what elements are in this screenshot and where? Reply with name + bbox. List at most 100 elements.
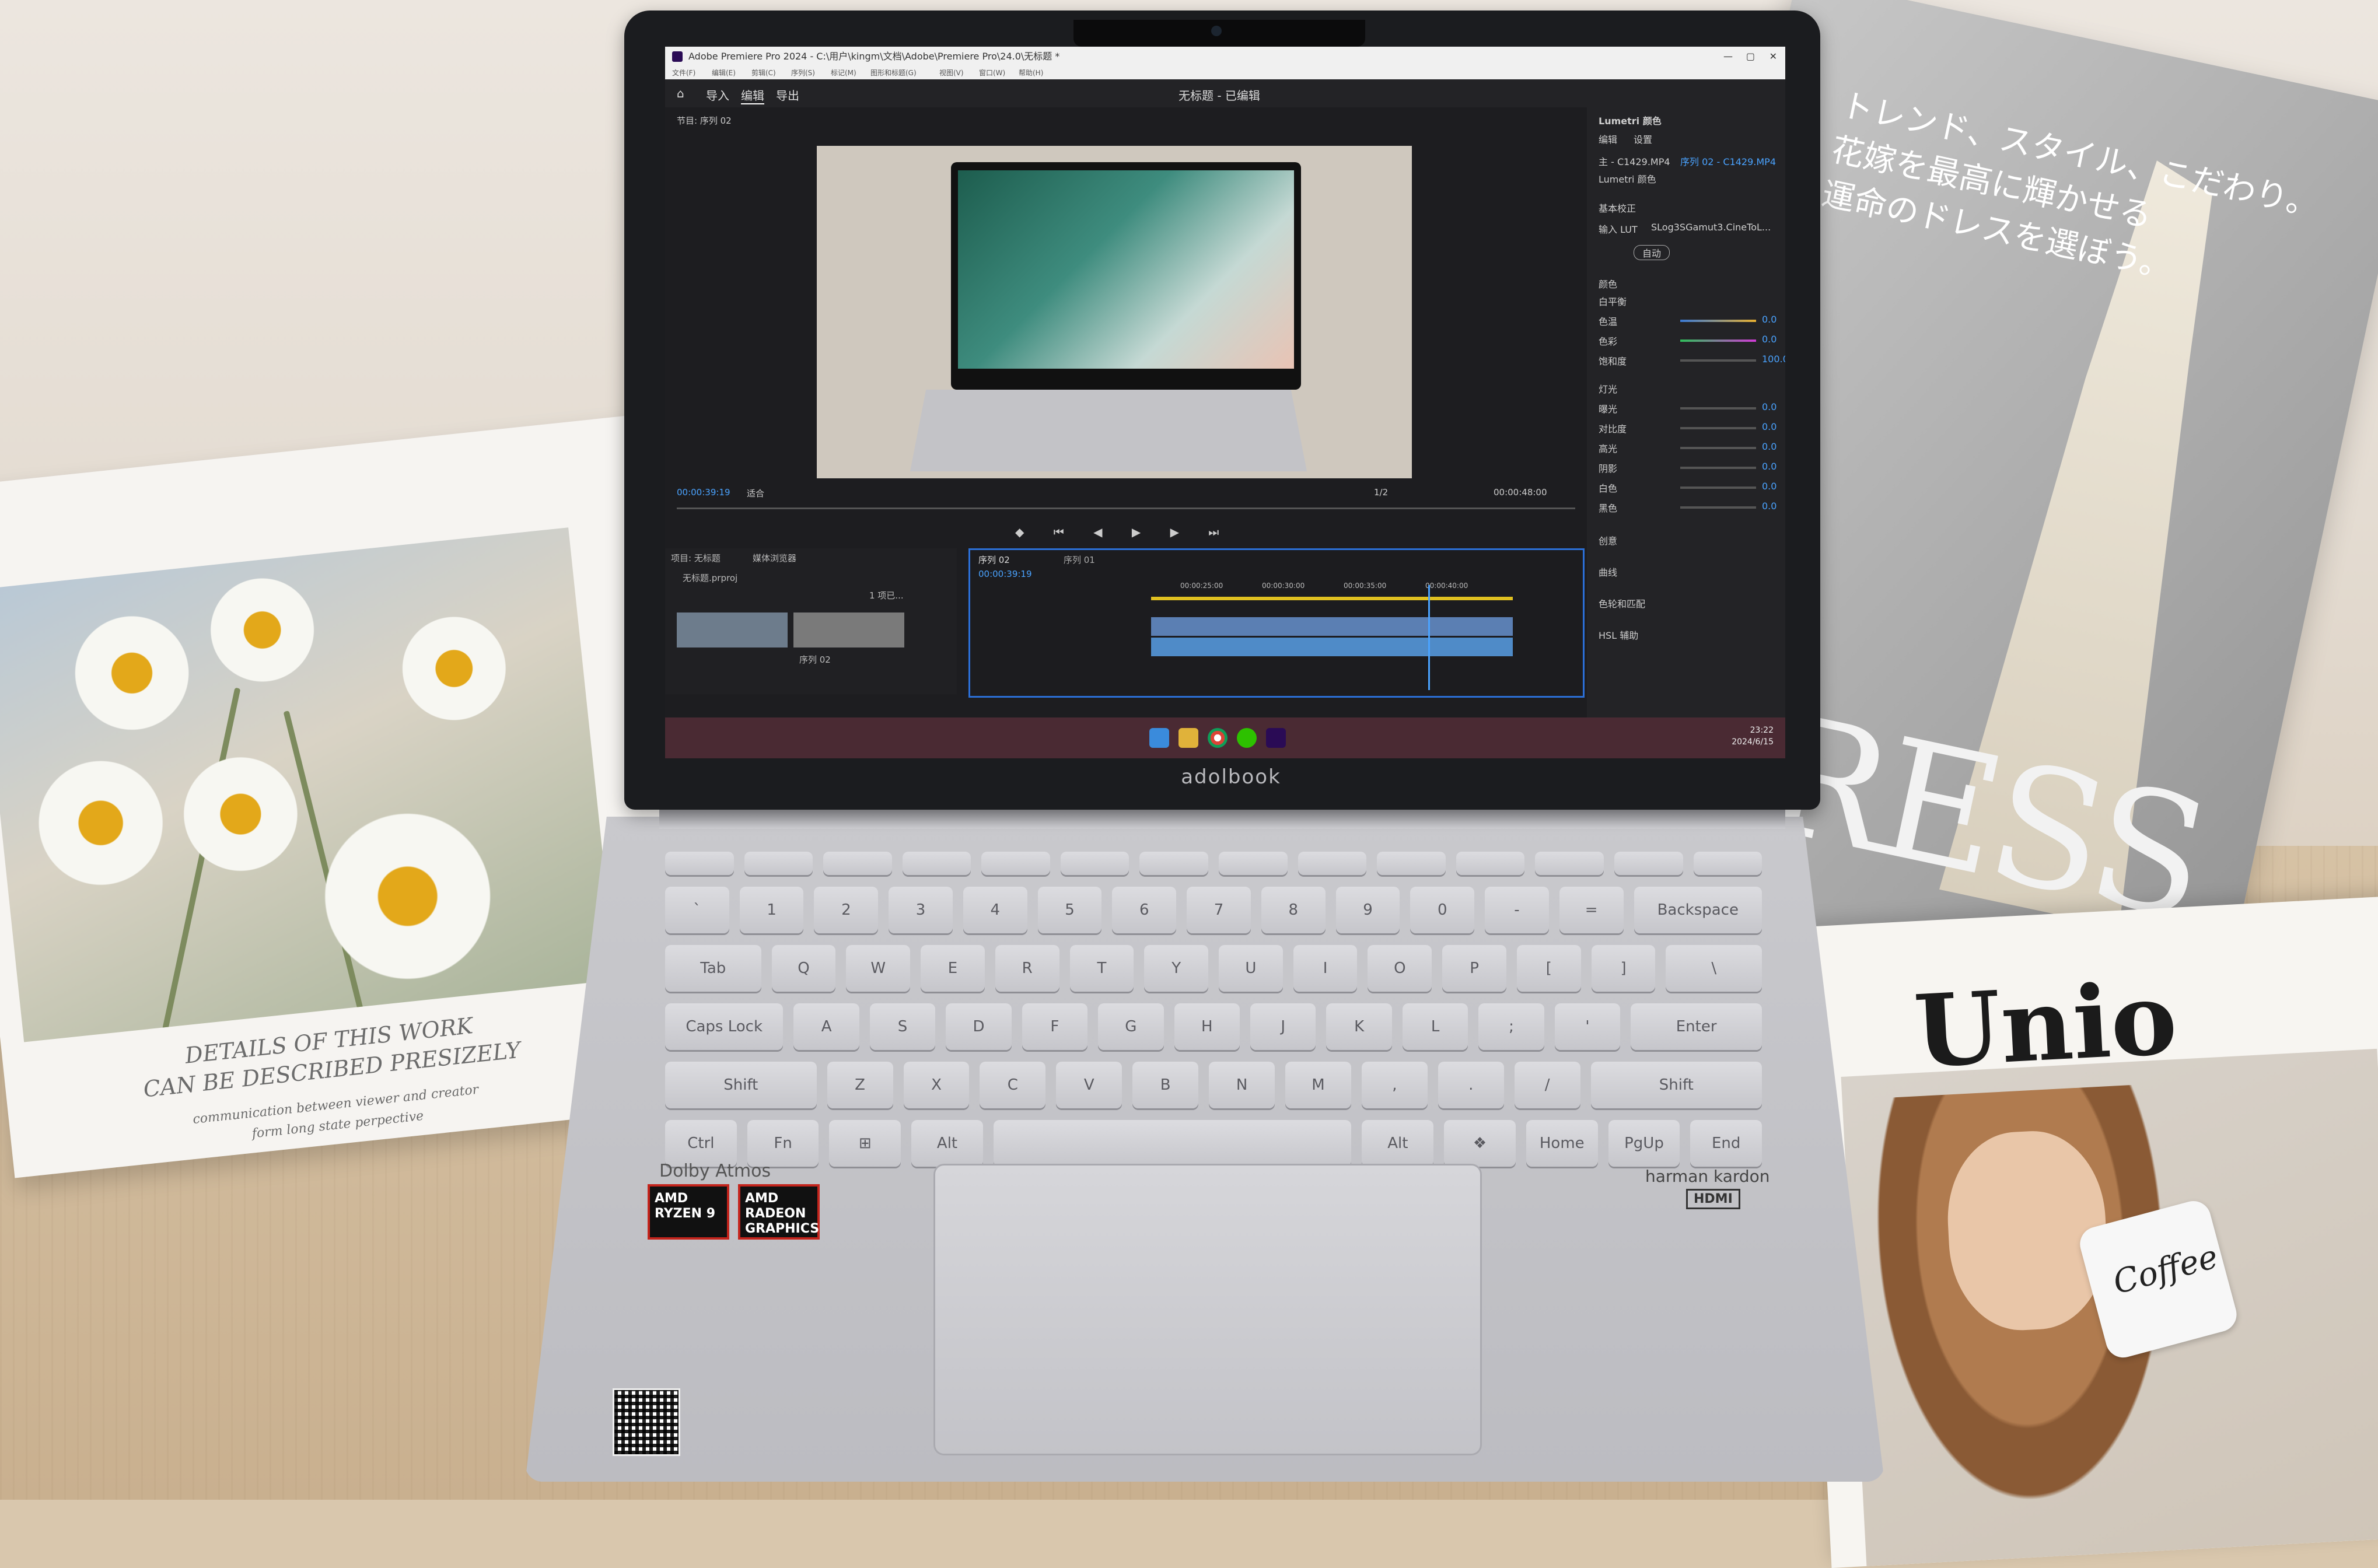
tab-export[interactable]: 导出 [776, 86, 799, 103]
source-select[interactable]: 主 - C1429.MP4 [1599, 154, 1670, 168]
key[interactable]: Z [827, 1062, 893, 1108]
tab-lumetri-edit[interactable]: 编辑 [1599, 132, 1617, 146]
key[interactable]: J [1250, 1003, 1316, 1050]
tab-media-browser[interactable]: 媒体浏览器 [753, 552, 796, 564]
right-shift-key[interactable]: Shift [1590, 1062, 1762, 1108]
pgup-key[interactable]: PgUp [1608, 1120, 1680, 1167]
tint-value[interactable]: 0.0 [1762, 334, 1776, 348]
right-alt-key[interactable]: Alt [1362, 1120, 1434, 1167]
backspace-key[interactable]: Backspace [1634, 887, 1762, 933]
wechat-icon[interactable] [1237, 728, 1257, 748]
menu-help[interactable]: 帮助(H) [1019, 66, 1043, 79]
menu-edit[interactable]: 编辑(E) [712, 66, 736, 79]
auto-button[interactable]: 自动 [1634, 245, 1670, 260]
key[interactable]: H [1174, 1003, 1240, 1050]
function-key[interactable] [981, 852, 1050, 875]
section-basic-correction[interactable]: 基本校正 [1599, 201, 1636, 215]
scrub-bar[interactable] [677, 508, 1575, 509]
clip-thumbnail[interactable] [677, 612, 788, 648]
start-icon[interactable] [1149, 728, 1169, 748]
key[interactable]: P [1442, 945, 1506, 992]
key[interactable]: - [1485, 887, 1549, 933]
file-explorer-icon[interactable] [1178, 728, 1198, 748]
function-key[interactable] [665, 852, 734, 875]
key[interactable]: [ [1516, 945, 1581, 992]
program-monitor-label[interactable]: 节目: 序列 02 [677, 114, 732, 127]
key[interactable]: . [1438, 1062, 1504, 1108]
function-key[interactable] [1060, 852, 1129, 875]
input-lut-dropdown[interactable]: SLog3SGamut3.CineToL... [1651, 222, 1771, 236]
key[interactable]: F [1022, 1003, 1088, 1050]
copilot-key[interactable]: ❖ [1444, 1120, 1516, 1167]
key[interactable]: D [946, 1003, 1012, 1050]
key[interactable]: ] [1591, 945, 1656, 992]
key[interactable]: 2 [814, 887, 879, 933]
playhead-timecode[interactable]: 00:00:39:19 [677, 487, 730, 498]
backslash-key[interactable]: \ [1666, 945, 1762, 992]
ctrl-key[interactable]: Ctrl [665, 1120, 737, 1167]
sequence-select[interactable]: 序列 02 - C1429.MP4 [1680, 154, 1776, 168]
effect-select[interactable]: Lumetri 颜色 [1599, 172, 1656, 186]
space-bar[interactable] [993, 1120, 1352, 1167]
sequence-thumbnail[interactable] [793, 612, 904, 648]
key[interactable]: U [1219, 945, 1283, 992]
function-key[interactable] [902, 852, 971, 875]
work-area-bar[interactable] [1151, 597, 1513, 600]
blacks-slider[interactable] [1680, 506, 1756, 509]
key[interactable]: L [1402, 1003, 1468, 1050]
key[interactable]: W [846, 945, 911, 992]
close-icon[interactable]: ✕ [1769, 47, 1777, 66]
light-value[interactable]: 0.0 [1762, 421, 1776, 435]
menu-marker[interactable]: 标记(M) [831, 66, 856, 79]
playhead[interactable] [1428, 585, 1430, 690]
key[interactable]: 3 [889, 887, 953, 933]
tab-lumetri-settings[interactable]: 设置 [1634, 132, 1652, 146]
key[interactable]: I [1293, 945, 1358, 992]
key[interactable]: R [995, 945, 1059, 992]
key[interactable]: 6 [1112, 887, 1177, 933]
key[interactable]: X [903, 1062, 970, 1108]
function-key[interactable] [1535, 852, 1604, 875]
menu-graphics[interactable]: 图形和标题(G) [870, 66, 917, 79]
highlights-slider[interactable] [1680, 447, 1756, 449]
quality-dropdown[interactable]: 1/2 [1374, 487, 1388, 498]
key[interactable]: A [793, 1003, 859, 1050]
key[interactable]: G [1098, 1003, 1164, 1050]
key[interactable]: = [1559, 887, 1624, 933]
saturation-value[interactable]: 100.0 [1762, 354, 1785, 368]
function-key[interactable] [1298, 852, 1367, 875]
system-clock[interactable]: 23:22 2024/6/15 [1732, 724, 1774, 748]
menu-file[interactable]: 文件(F) [672, 66, 695, 79]
contrast-slider[interactable] [1680, 427, 1756, 429]
saturation-slider[interactable] [1680, 359, 1756, 362]
section-hsl[interactable]: HSL 辅助 [1599, 628, 1638, 642]
key[interactable]: , [1361, 1062, 1428, 1108]
key[interactable]: S [869, 1003, 936, 1050]
menu-window[interactable]: 窗口(W) [979, 66, 1005, 79]
key[interactable]: ; [1478, 1003, 1544, 1050]
premiere-taskbar-icon[interactable] [1266, 728, 1286, 748]
section-color[interactable]: 颜色 [1599, 276, 1617, 290]
temperature-slider[interactable] [1680, 320, 1756, 322]
tab-key[interactable]: Tab [665, 945, 761, 992]
function-key[interactable] [744, 852, 813, 875]
tab-edit[interactable]: 编辑 [741, 86, 764, 104]
key[interactable]: 1 [739, 887, 804, 933]
light-value[interactable]: 0.0 [1762, 461, 1776, 475]
function-key[interactable] [1377, 852, 1446, 875]
section-creative[interactable]: 创意 [1599, 533, 1617, 547]
video-clip[interactable] [1151, 617, 1513, 636]
key[interactable]: B [1132, 1062, 1199, 1108]
key[interactable]: 8 [1261, 887, 1326, 933]
caps-lock-key[interactable]: Caps Lock [665, 1003, 784, 1050]
timeline-timecode[interactable]: 00:00:39:19 [978, 569, 1032, 579]
function-key[interactable] [1139, 852, 1209, 875]
tab-project[interactable]: 项目: 无标题 [671, 552, 721, 564]
section-light[interactable]: 灯光 [1599, 382, 1617, 396]
light-value[interactable]: 0.0 [1762, 441, 1776, 455]
function-key[interactable] [1219, 852, 1288, 875]
transport-controls[interactable]: ◆ ⏮ ◀ ▶ ▶ ⏭ [1015, 525, 1232, 539]
function-key[interactable] [1693, 852, 1762, 875]
key[interactable]: / [1514, 1062, 1580, 1108]
left-alt-key[interactable]: Alt [911, 1120, 983, 1167]
